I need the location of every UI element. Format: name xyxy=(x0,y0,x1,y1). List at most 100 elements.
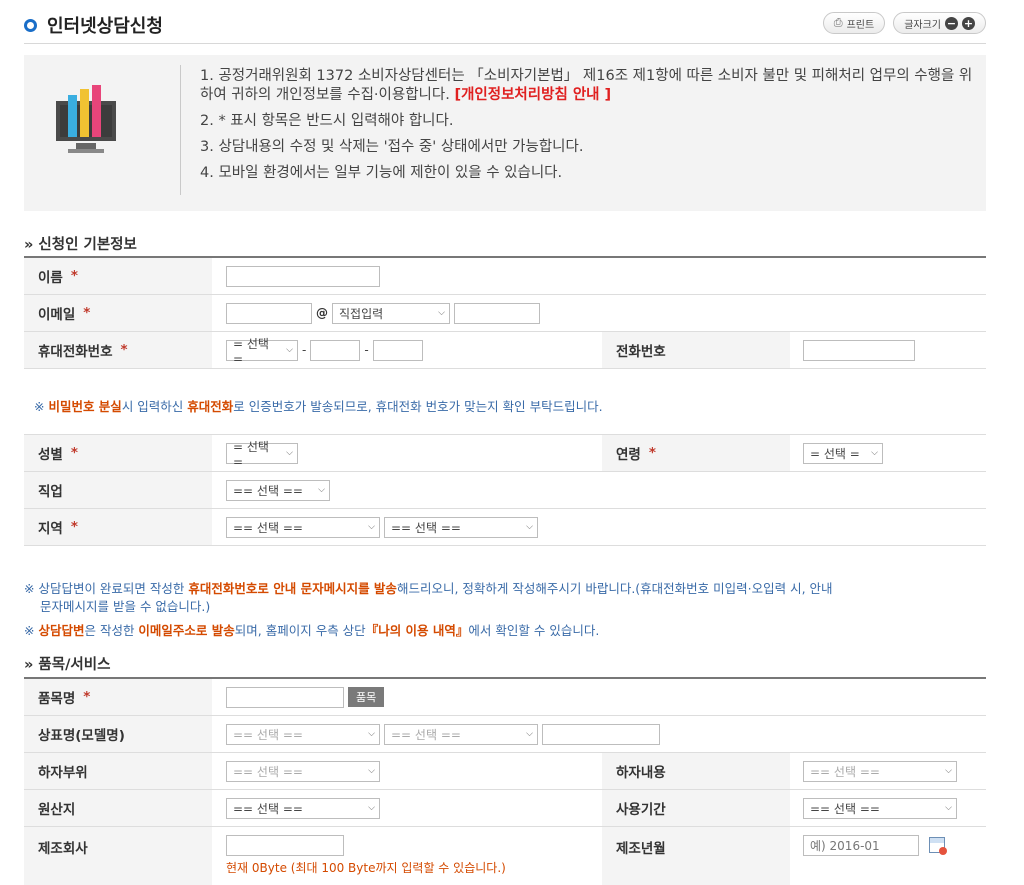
period-label: 사용기간 xyxy=(602,790,790,826)
form-row-email: 이메일 * @ 직접입력 ⌵ xyxy=(24,295,986,332)
form-row-gender: 성별 * = 선택 = ⌵ 연령 * = 선택 = ⌵ xyxy=(24,435,986,472)
brand-select[interactable]: == 선택 == ⌵ xyxy=(226,723,380,745)
font-size-control: 글자크기 − + xyxy=(893,12,986,34)
font-decrease-icon[interactable]: − xyxy=(945,16,958,30)
required-mark: * xyxy=(648,445,656,461)
required-mark: * xyxy=(70,268,78,284)
title-bullet-icon xyxy=(24,18,37,32)
email-domain-input[interactable] xyxy=(454,302,540,324)
page-title-text: 인터넷상담신청 xyxy=(47,16,163,37)
mobile-prefix-select[interactable]: = 선택 = ⌵ xyxy=(226,337,298,366)
print-label: 프린트 xyxy=(846,19,875,31)
name-label: 이름 * xyxy=(24,258,212,294)
notice-item: 1. 공정거래위원회 1372 소비자상담센터는 「소비자기본법」 제16조 제… xyxy=(200,67,980,105)
dash-separator: - xyxy=(302,343,307,357)
mobile-note: ※ 비밀번호 분실시 입력하신 휴대전화로 인증번호가 발송되므로, 휴대전화 … xyxy=(34,399,603,414)
page-header: 인터넷상담신청 ⎙ 프린트 글자크기 − + xyxy=(24,10,986,44)
form-row-name: 이름 * xyxy=(24,258,986,295)
chevron-down-icon: ⌵ xyxy=(945,803,952,813)
header-tools: ⎙ 프린트 글자크기 − + xyxy=(822,12,986,34)
form-row-item: 품목명 * 품목 xyxy=(24,679,986,716)
origin-select[interactable]: == 선택 == ⌵ xyxy=(226,797,380,819)
region-district-select[interactable]: == 선택 == ⌵ xyxy=(384,516,538,538)
notice-divider xyxy=(180,65,181,195)
section-item-service-title: » 품목/서비스 xyxy=(24,657,111,673)
monitor-pencil-icon xyxy=(56,85,116,153)
chevron-down-icon: ⌵ xyxy=(368,729,375,739)
notice-list: 1. 공정거래위원회 1372 소비자상담센터는 「소비자기본법」 제16조 제… xyxy=(200,67,980,190)
notice-box: 1. 공정거래위원회 1372 소비자상담센터는 「소비자기본법」 제16조 제… xyxy=(24,55,986,211)
maker-byte-hint: 현재 0Byte (최대 100 Byte까지 입력할 수 있습니다.) xyxy=(226,861,506,875)
applicant-form-2: 성별 * = 선택 = ⌵ 연령 * = 선택 = ⌵ 직업 == 선택 == ⌵ 지역 *… xyxy=(24,434,986,546)
gender-label: 성별 * xyxy=(24,435,212,471)
defect-content-select[interactable]: == 선택 == ⌵ xyxy=(803,760,957,782)
form-row-brand: 상표명(모델명) == 선택 == ⌵ == 선택 == ⌵ xyxy=(24,716,986,753)
notice-item: 2. * 표시 항목은 반드시 입력해야 합니다. xyxy=(200,113,454,129)
job-select[interactable]: == 선택 == ⌵ xyxy=(226,479,330,501)
age-label: 연령 * xyxy=(602,435,790,471)
email-label: 이메일 * xyxy=(24,295,212,331)
chevron-down-icon: ⌵ xyxy=(368,766,375,776)
item-name-input[interactable] xyxy=(226,686,344,708)
age-select[interactable]: = 선택 = ⌵ xyxy=(803,442,883,464)
form-row-region: 지역 * == 선택 == ⌵ == 선택 == ⌵ xyxy=(24,509,986,546)
mobile-middle-input[interactable] xyxy=(310,339,361,361)
period-select[interactable]: == 선택 == ⌵ xyxy=(803,797,957,819)
privacy-policy-link[interactable]: [개인정보처리방침 안내 ] xyxy=(454,87,611,103)
page-title: 인터넷상담신청 xyxy=(24,12,163,38)
form-row-origin: 원산지 == 선택 == ⌵ 사용기간 == 선택 == ⌵ xyxy=(24,790,986,827)
item-form: 품목명 * 품목 상표명(모델명) == 선택 == ⌵ == 선택 == ⌵ 하자부… xyxy=(24,677,986,885)
region-label: 지역 * xyxy=(24,509,212,545)
brand-label: 상표명(모델명) xyxy=(24,716,212,752)
required-mark: * xyxy=(120,342,128,358)
email-domain-select[interactable]: 직접입력 ⌵ xyxy=(332,302,450,324)
form-row-defect: 하자부위 == 선택 == ⌵ 하자내용 == 선택 == ⌵ xyxy=(24,753,986,790)
printer-icon: ⎙ xyxy=(833,16,843,29)
origin-label: 원산지 xyxy=(24,790,212,826)
model-select[interactable]: == 선택 == ⌵ xyxy=(384,723,538,745)
chevron-down-icon: ⌵ xyxy=(945,766,952,776)
manufacture-date-label: 제조년월 xyxy=(602,827,790,885)
notice-item: 3. 상담내용의 수정 및 삭제는 '접수 중' 상태에서만 가능합니다. xyxy=(200,139,584,155)
chevron-down-icon: ⌵ xyxy=(871,448,878,458)
chevron-down-icon: ⌵ xyxy=(286,345,293,355)
email-id-input[interactable] xyxy=(226,302,312,324)
form-row-phone: 휴대전화번호 * = 선택 = ⌵ - - 전화번호 xyxy=(24,332,986,369)
form-row-maker: 제조회사 현재 0Byte (최대 100 Byte까지 입력할 수 있습니다.… xyxy=(24,827,986,885)
region-city-select[interactable]: == 선택 == ⌵ xyxy=(226,516,380,538)
required-mark: * xyxy=(83,689,91,705)
mobile-last-input[interactable] xyxy=(372,339,423,361)
section-applicant-info-title: » 신청인 기본정보 xyxy=(24,237,137,253)
gender-select[interactable]: = 선택 = ⌵ xyxy=(226,440,298,469)
name-input[interactable] xyxy=(226,265,380,287)
chevron-down-icon: ⌵ xyxy=(526,729,533,739)
phone-label: 전화번호 xyxy=(602,332,790,368)
chevron-down-icon: ⌵ xyxy=(318,485,325,495)
chevron-down-icon: ⌵ xyxy=(368,522,375,532)
sms-note: ※ 상담답변이 완료되면 작성한 휴대전화번호로 안내 문자메시지를 발송해드리… xyxy=(24,581,833,614)
defect-part-select[interactable]: == 선택 == ⌵ xyxy=(226,760,380,782)
chevron-down-icon: ⌵ xyxy=(438,308,445,318)
model-name-input[interactable] xyxy=(542,723,660,745)
chevron-down-icon: ⌵ xyxy=(286,448,293,458)
calendar-icon[interactable] xyxy=(929,837,947,855)
email-note: ※ 상담답변은 작성한 이메일주소로 발송되며, 홈페이지 우측 상단『나의 이… xyxy=(24,623,600,638)
required-mark: * xyxy=(70,445,78,461)
item-label: 품목명 * xyxy=(24,679,212,715)
manufacture-date-input[interactable]: 예) 2016-01 xyxy=(803,834,919,856)
font-increase-icon[interactable]: + xyxy=(962,16,975,30)
required-mark: * xyxy=(83,305,91,321)
notice-item: 4. 모바일 환경에서는 일부 기능에 제한이 있을 수 있습니다. xyxy=(200,165,563,181)
phone-input[interactable] xyxy=(803,339,915,361)
defect-part-label: 하자부위 xyxy=(24,753,212,789)
form-row-job: 직업 == 선택 == ⌵ xyxy=(24,472,986,509)
chevron-down-icon: ⌵ xyxy=(368,803,375,813)
item-search-button[interactable]: 품목 xyxy=(348,687,385,707)
dash-separator: - xyxy=(364,343,369,357)
print-button[interactable]: ⎙ 프린트 xyxy=(822,12,886,34)
defect-content-label: 하자내용 xyxy=(602,753,790,789)
maker-input[interactable] xyxy=(226,834,344,856)
chevron-down-icon: ⌵ xyxy=(526,522,533,532)
job-label: 직업 xyxy=(24,472,212,508)
applicant-form: 이름 * 이메일 * @ 직접입력 ⌵ 휴대전화번호 * = 선택 = ⌵ - - 전화번… xyxy=(24,256,986,369)
